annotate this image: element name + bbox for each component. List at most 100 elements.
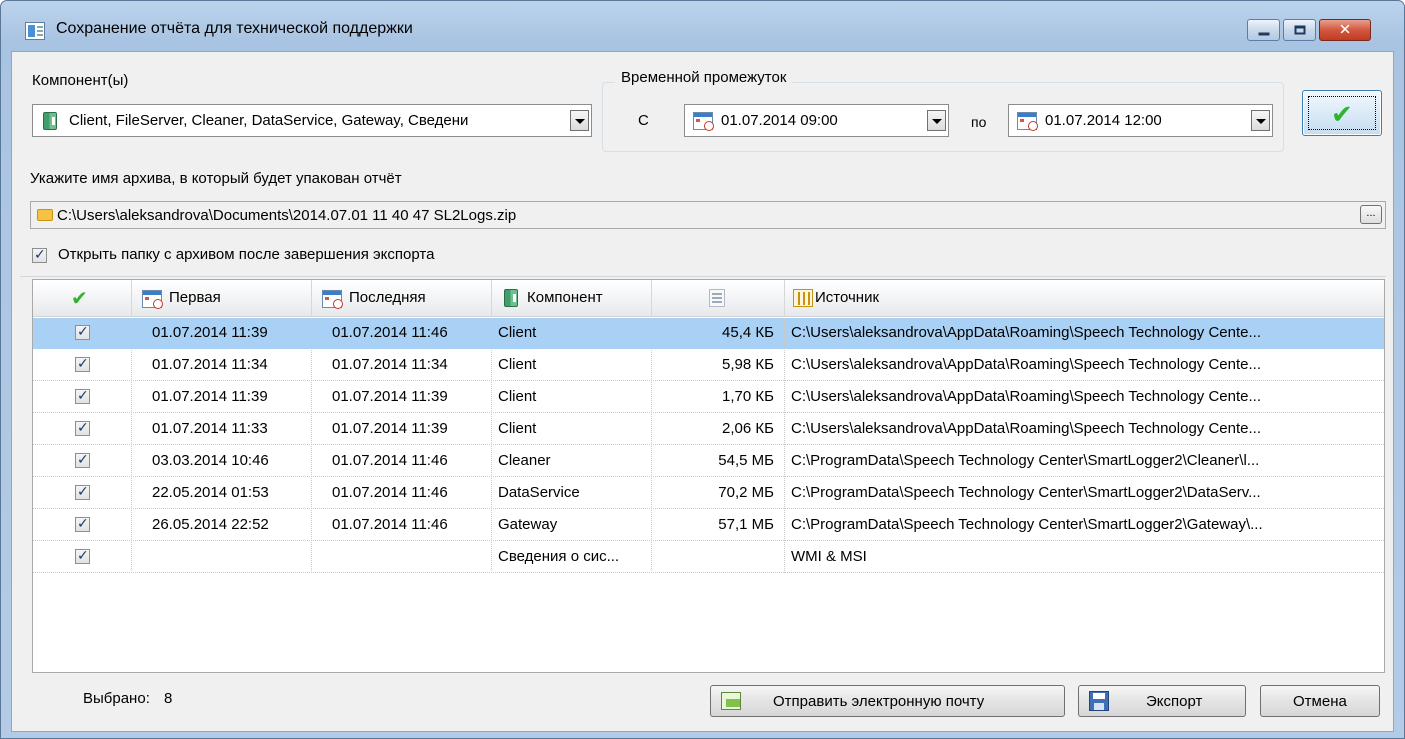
table-row[interactable]: 01.07.2014 11:39 01.07.2014 11:39 Client 1,… bbox=[33, 382, 1384, 413]
send-email-label: Отправить электронную почту bbox=[773, 693, 985, 710]
cell-component: Client bbox=[492, 414, 652, 445]
cell-checked bbox=[33, 318, 132, 349]
column-header-source-label: Источник bbox=[815, 289, 880, 306]
archive-path-field[interactable]: C:\Users\aleksandrova\Documents\2014.07.… bbox=[30, 201, 1386, 229]
cell-first-value: 26.05.2014 22:52 bbox=[152, 516, 269, 533]
table-row[interactable]: Сведения о сис... WMI & MSI bbox=[33, 542, 1384, 573]
title-bar[interactable]: Сохранение отчёта для технической поддер… bbox=[1, 1, 1404, 51]
cell-first: 26.05.2014 22:52 bbox=[132, 510, 312, 541]
cell-component: Gateway bbox=[492, 510, 652, 541]
cell-source-value: C:\ProgramData\Speech Technology Center\… bbox=[791, 516, 1263, 533]
components-value: Client, FileServer, Cleaner, DataService… bbox=[69, 112, 469, 129]
cell-last: 01.07.2014 11:39 bbox=[312, 414, 492, 445]
chevron-down-icon[interactable] bbox=[927, 110, 946, 131]
table-header: ✔ Первая Последняя Компонент Источник bbox=[33, 280, 1384, 317]
cell-size-value: 57,1 МБ bbox=[718, 516, 774, 533]
selected-count-label: Выбрано: 8 bbox=[83, 690, 172, 707]
source-icon bbox=[793, 289, 813, 307]
row-checkbox[interactable] bbox=[75, 355, 90, 372]
column-header-size[interactable] bbox=[652, 280, 785, 317]
apply-button[interactable]: ✔ bbox=[1302, 90, 1382, 136]
column-header-check[interactable]: ✔ bbox=[33, 280, 132, 317]
cell-size-value: 54,5 МБ bbox=[718, 452, 774, 469]
date-from-picker[interactable]: 01.07.2014 09:00 bbox=[684, 104, 949, 137]
column-header-last[interactable]: Последняя bbox=[312, 280, 492, 317]
cell-first-value: 01.07.2014 11:39 bbox=[152, 388, 268, 405]
table-row[interactable]: 03.03.2014 10:46 01.07.2014 11:46 Cleaner 5… bbox=[33, 446, 1384, 477]
calendar-icon bbox=[142, 290, 163, 309]
cell-source-value: C:\Users\aleksandrova\AppData\Roaming\Sp… bbox=[791, 324, 1261, 341]
row-checkbox[interactable] bbox=[75, 323, 90, 340]
cell-source-value: C:\Users\aleksandrova\AppData\Roaming\Sp… bbox=[791, 356, 1261, 373]
cell-first: 01.07.2014 11:39 bbox=[132, 318, 312, 349]
cell-last-value: 01.07.2014 11:39 bbox=[332, 388, 448, 405]
row-checkbox[interactable] bbox=[75, 483, 90, 500]
cell-first-value: 01.07.2014 11:33 bbox=[152, 420, 268, 437]
minimize-button[interactable] bbox=[1247, 19, 1280, 41]
components-dropdown[interactable]: Client, FileServer, Cleaner, DataService… bbox=[32, 104, 592, 137]
column-header-first[interactable]: Первая bbox=[132, 280, 312, 317]
row-checkbox[interactable] bbox=[75, 515, 90, 532]
cell-last bbox=[312, 542, 492, 573]
cell-component-value: DataService bbox=[498, 484, 580, 501]
period-label: Временной промежуток bbox=[615, 69, 793, 86]
cell-last-value: 01.07.2014 11:46 bbox=[332, 452, 448, 469]
cell-size-value: 70,2 МБ bbox=[718, 484, 774, 501]
table-row[interactable]: 26.05.2014 22:52 01.07.2014 11:46 Gateway 5… bbox=[33, 510, 1384, 541]
maximize-button[interactable] bbox=[1283, 19, 1316, 41]
cell-source-value: C:\Users\aleksandrova\AppData\Roaming\Sp… bbox=[791, 420, 1261, 437]
calendar-icon bbox=[1017, 112, 1038, 131]
cell-last-value: 01.07.2014 11:39 bbox=[332, 420, 448, 437]
cancel-label: Отмена bbox=[1293, 693, 1347, 710]
cell-source: C:\ProgramData\Speech Technology Center\… bbox=[785, 446, 1384, 477]
table-row[interactable]: 01.07.2014 11:33 01.07.2014 11:39 Client 2,… bbox=[33, 414, 1384, 445]
component-icon bbox=[504, 289, 518, 307]
cell-source: C:\ProgramData\Speech Technology Center\… bbox=[785, 510, 1384, 541]
date-to-picker[interactable]: 01.07.2014 12:00 bbox=[1008, 104, 1273, 137]
cancel-button[interactable]: Отмена bbox=[1260, 685, 1380, 717]
calendar-icon bbox=[693, 112, 714, 131]
column-header-last-label: Последняя bbox=[349, 289, 426, 306]
from-label: С bbox=[638, 112, 649, 129]
cell-component: Client bbox=[492, 318, 652, 349]
checkmark-icon: ✔ bbox=[71, 288, 88, 310]
column-header-component[interactable]: Компонент bbox=[492, 280, 652, 317]
close-button[interactable]: ✕ bbox=[1319, 19, 1371, 41]
dialog-content: Компонент(ы) Client, FileServer, Cleaner… bbox=[11, 51, 1394, 732]
selected-label: Выбрано: bbox=[83, 690, 150, 707]
cell-component: Client bbox=[492, 350, 652, 381]
row-checkbox[interactable] bbox=[75, 387, 90, 404]
table-row[interactable]: 01.07.2014 11:39 01.07.2014 11:46 Client 45… bbox=[33, 318, 1384, 349]
chevron-down-icon[interactable] bbox=[570, 110, 589, 131]
row-checkbox[interactable] bbox=[75, 547, 90, 564]
close-icon: ✕ bbox=[1338, 21, 1352, 39]
table-row[interactable]: 22.05.2014 01:53 01.07.2014 11:46 DataServ… bbox=[33, 478, 1384, 509]
cell-source-value: C:\Users\aleksandrova\AppData\Roaming\Sp… bbox=[791, 388, 1261, 405]
cell-last-value: 01.07.2014 11:34 bbox=[332, 356, 448, 373]
cell-source: C:\Users\aleksandrova\AppData\Roaming\Sp… bbox=[785, 318, 1384, 349]
files-table: ✔ Первая Последняя Компонент Источник ✓ … bbox=[32, 279, 1385, 673]
cell-component-value: Gateway bbox=[498, 516, 558, 533]
cell-component: DataService bbox=[492, 478, 652, 509]
chevron-down-icon[interactable] bbox=[1251, 110, 1270, 131]
column-header-source[interactable]: Источник bbox=[785, 280, 1384, 317]
open-folder-checkbox[interactable] bbox=[32, 246, 47, 263]
dialog-window: Сохранение отчёта для технической поддер… bbox=[0, 0, 1405, 739]
cell-component: Cleaner bbox=[492, 446, 652, 477]
cell-source: C:\Users\aleksandrova\AppData\Roaming\Sp… bbox=[785, 382, 1384, 413]
maximize-icon bbox=[1294, 25, 1305, 35]
browse-button[interactable]: ... bbox=[1360, 205, 1382, 224]
cell-first-value: 03.03.2014 10:46 bbox=[152, 452, 269, 469]
cell-component: Client bbox=[492, 382, 652, 413]
cell-source-value: WMI & MSI bbox=[791, 548, 867, 565]
cell-first: 01.07.2014 11:34 bbox=[132, 350, 312, 381]
send-email-button[interactable]: Отправить электронную почту bbox=[710, 685, 1065, 717]
window-title: Сохранение отчёта для технической поддер… bbox=[56, 20, 413, 37]
row-checkbox[interactable] bbox=[75, 419, 90, 436]
cell-size: 1,70 КБ bbox=[652, 382, 785, 413]
row-checkbox[interactable] bbox=[75, 451, 90, 468]
cell-last: 01.07.2014 11:46 bbox=[312, 446, 492, 477]
cell-component-value: Сведения о сис... bbox=[498, 548, 620, 565]
export-button[interactable]: Экспорт bbox=[1078, 685, 1246, 717]
table-row[interactable]: 01.07.2014 11:34 01.07.2014 11:34 Client 5,… bbox=[33, 350, 1384, 381]
